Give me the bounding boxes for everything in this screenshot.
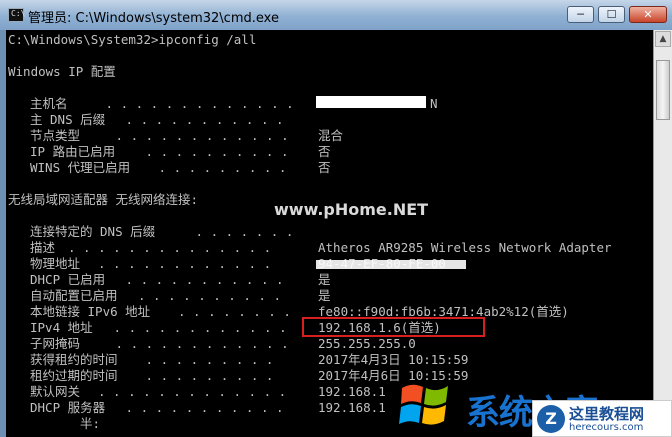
- row-dots: . . . . . . . . .: [138, 352, 274, 367]
- scroll-up-arrow[interactable]: ▲: [655, 31, 671, 47]
- row-value: 是: [318, 272, 331, 287]
- badge-title: 这里教程网: [569, 405, 645, 423]
- row-label: 默认网关: [30, 384, 81, 399]
- maximize-icon: ☐: [606, 8, 617, 21]
- row-label: 节点类型: [30, 128, 81, 143]
- row-value: 是: [318, 288, 331, 303]
- row-dots: . . . . . . . . .: [138, 368, 274, 383]
- row-dots: . . . . . . . . . . .: [118, 400, 284, 415]
- close-icon: ✕: [643, 8, 653, 21]
- site-badge: Z 这里教程网 herecours.com: [532, 400, 672, 437]
- ipv4-highlight-box: [302, 317, 485, 337]
- row-label: IP 路由已启用: [30, 144, 116, 159]
- windows-logo-icon: [399, 384, 448, 425]
- scroll-thumb[interactable]: [656, 60, 670, 120]
- window-title: 管理员: C:\Windows\system32\cmd.exe: [28, 11, 279, 26]
- vertical-scrollbar[interactable]: ▲: [653, 30, 672, 437]
- row-value: Atheros AR9285 Wireless Network Adapter: [318, 240, 612, 255]
- row-label: DHCP 已启用: [30, 272, 106, 287]
- title-bar[interactable]: C:\ 管理员: C:\Windows\system32\cmd.exe ─ ☐…: [0, 0, 672, 30]
- watermark-text: www.pHome.NET: [274, 200, 429, 219]
- row-label: 连接特定的 DNS 后缀: [30, 224, 156, 239]
- row-label: 租约过期的时间: [30, 368, 118, 383]
- row-dots: . . . . . . . . . . .: [118, 112, 284, 127]
- row-label: 子网掩码: [30, 336, 81, 351]
- minimize-icon: ─: [577, 8, 584, 21]
- row-value: 混合: [318, 128, 344, 143]
- row-value: 否: [318, 160, 331, 175]
- row-label: 主机名: [30, 96, 68, 111]
- row-value: 255.255.255.0: [318, 336, 416, 351]
- row-dots: . . . . . . . . . . . . .: [98, 384, 287, 399]
- minimize-button[interactable]: ─: [567, 6, 594, 23]
- maximize-button[interactable]: ☐: [598, 6, 625, 23]
- row-dots: . . . . . . . . . . . .: [98, 256, 272, 271]
- row-dots: . . . . . . . . . . . .: [106, 320, 287, 335]
- row-dots: . . . . . . . . . . . . .: [98, 96, 294, 111]
- row-value: 192.168.1: [318, 400, 386, 415]
- row-dots: . . . . . . . . . . . . . .: [68, 240, 272, 255]
- command-line: C:\Windows\System32>ipconfig /all: [8, 32, 257, 47]
- cmd-app-icon[interactable]: C:\: [8, 8, 25, 22]
- row-label: 本地链接 IPv6 地址: [30, 304, 151, 319]
- row-label: WINS 代理已启用: [30, 160, 131, 175]
- close-button[interactable]: ✕: [629, 6, 667, 23]
- section-heading-global: Windows IP 配置: [8, 64, 116, 79]
- host-suffix: N: [430, 96, 438, 111]
- console-output[interactable]: C:\Windows\System32>ipconfig /all Window…: [6, 30, 653, 437]
- section-heading-adapter: 无线局域网适配器 无线网络连接:: [8, 192, 199, 207]
- row-dots: . . . . . . . . .: [151, 160, 287, 175]
- row-dots: . . . . . . . .: [178, 304, 291, 319]
- badge-logo-icon: Z: [537, 405, 565, 433]
- row-dots: . . . . . . . . . . . .: [108, 336, 289, 351]
- row-dots: . . . . . . .: [188, 224, 294, 239]
- cmd-window: C:\ 管理员: C:\Windows\system32\cmd.exe ─ ☐…: [0, 0, 672, 437]
- redaction-host: [316, 96, 426, 108]
- redaction-mac: [316, 260, 466, 269]
- row-label: DHCP 服务器: [30, 400, 106, 415]
- row-dots: . . . . . . . . . . . .: [108, 128, 289, 143]
- row-dots: . . . . . . . . . . .: [118, 272, 284, 287]
- row-label: 自动配置已启用: [30, 288, 118, 303]
- row-dots: . . . . . . . . . .: [138, 144, 289, 159]
- row-label: 描述: [30, 240, 56, 255]
- badge-url: herecours.com: [569, 422, 644, 433]
- trailing-fragment: 半:: [80, 416, 101, 431]
- row-label: 主 DNS 后缀: [30, 112, 106, 127]
- row-label: 获得租约的时间: [30, 352, 118, 367]
- row-value: 192.168.1: [318, 384, 386, 399]
- row-label: IPv4 地址: [30, 320, 93, 335]
- row-dots: . . . . . . . . . .: [138, 288, 281, 303]
- row-value: 2017年4月3日 10:15:59: [318, 352, 469, 367]
- row-value: 否: [318, 144, 331, 159]
- row-label: 物理地址: [30, 256, 81, 271]
